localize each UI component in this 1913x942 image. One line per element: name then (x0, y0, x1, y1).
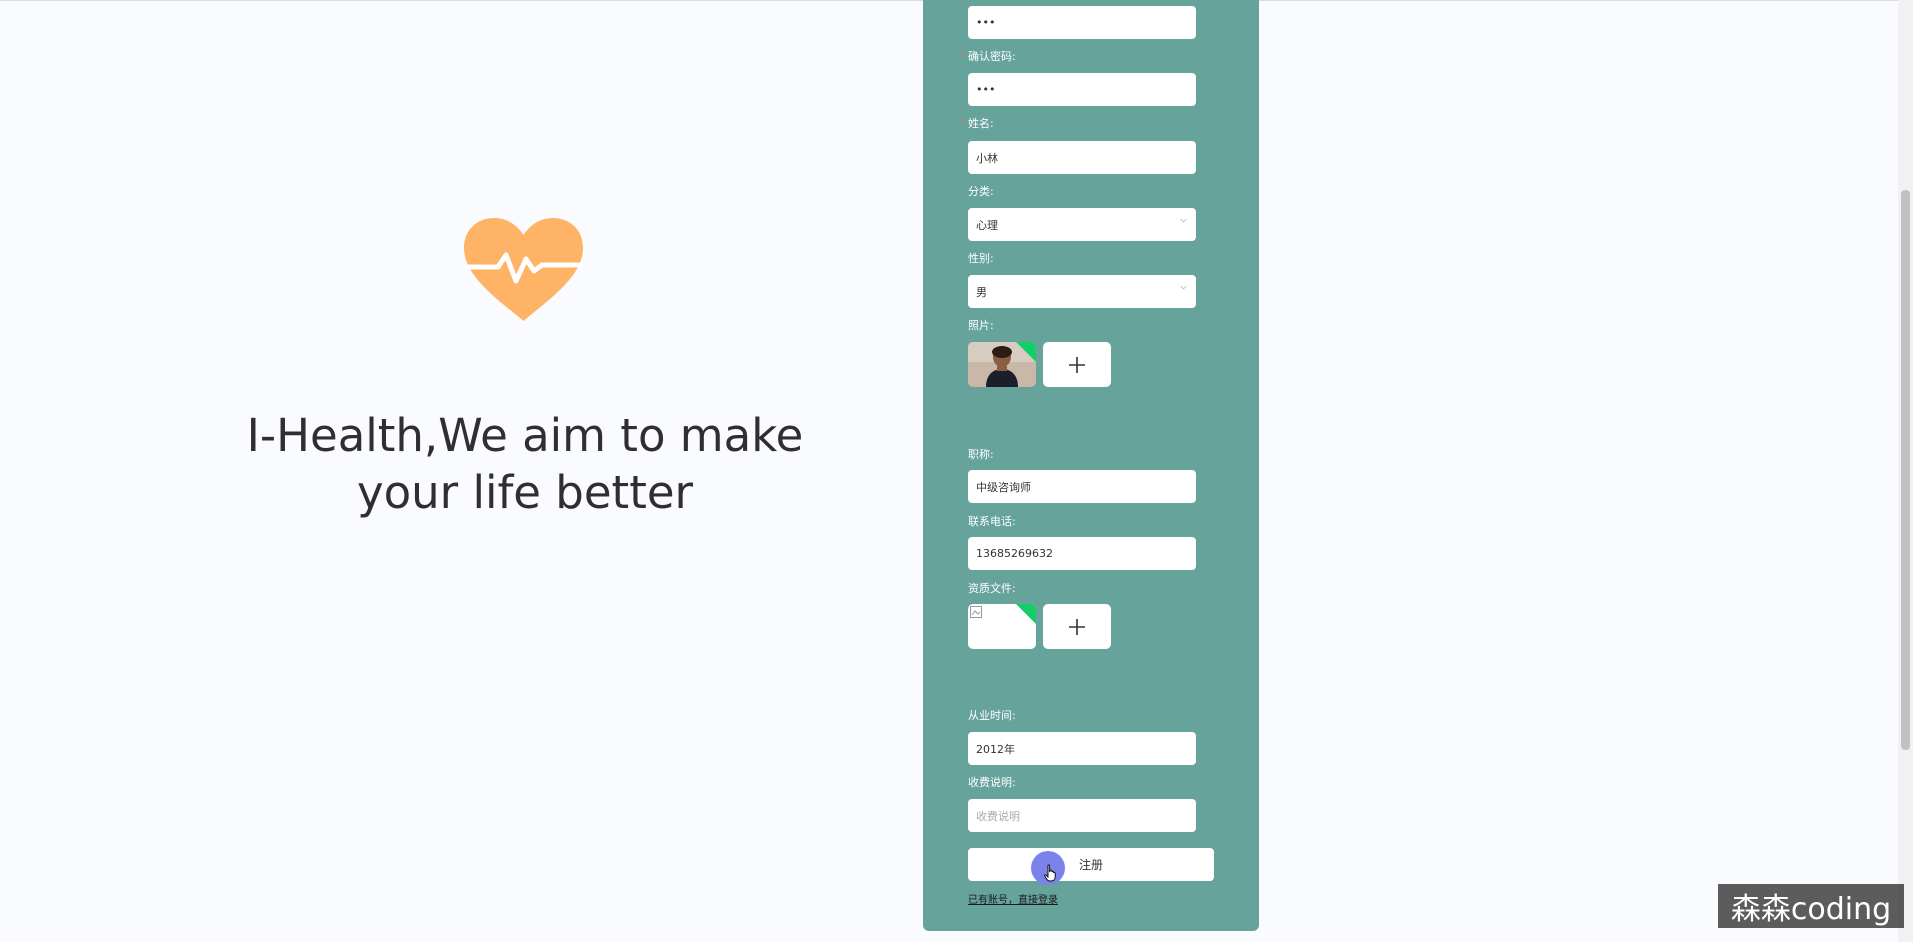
fee-label: 收费说明: (968, 776, 1016, 789)
title-label: 职称: (968, 448, 994, 461)
add-photo-button[interactable] (1043, 342, 1111, 387)
required-mark: * (960, 118, 965, 128)
hero-tagline: I-Health,We aim to make your life better (246, 409, 804, 519)
confirm-password-label: 确认密码: (968, 50, 1016, 63)
register-panel: ••• * 确认密码: ••• * 姓名: 小林 分类: 心理 性别: 男 照片… (923, 0, 1259, 931)
register-button[interactable]: 注册 (968, 848, 1214, 881)
broken-image-icon (970, 606, 982, 618)
category-select[interactable]: 心理 (968, 208, 1196, 241)
hand-cursor-icon (1044, 864, 1056, 882)
since-input[interactable]: 2012年 (968, 732, 1196, 765)
category-label: 分类: (968, 185, 994, 198)
login-link[interactable]: 已有账号，直接登录 (968, 891, 1058, 906)
add-file-button[interactable] (1043, 604, 1111, 649)
name-input[interactable]: 小林 (968, 141, 1196, 174)
gender-select[interactable]: 男 (968, 275, 1196, 308)
watermark: 森森coding (1718, 884, 1904, 928)
heart-pulse-icon (463, 218, 584, 321)
uploaded-file-thumbnail[interactable] (968, 604, 1036, 649)
since-label: 从业时间: (968, 709, 1016, 722)
chevron-down-icon (1180, 285, 1187, 290)
plus-icon (1069, 618, 1085, 635)
upload-success-badge (1016, 342, 1036, 362)
scrollbar-thumb[interactable] (1901, 190, 1910, 750)
qualification-label: 资质文件: (968, 582, 1016, 595)
name-label: 姓名: (968, 117, 994, 130)
phone-input[interactable]: 13685269632 (968, 537, 1196, 570)
gender-label: 性别: (968, 252, 994, 265)
plus-icon (1069, 356, 1085, 373)
chevron-down-icon (1180, 218, 1187, 223)
confirm-password-input[interactable]: ••• (968, 73, 1196, 106)
fee-input[interactable]: 收费说明 (968, 799, 1196, 832)
required-mark: * (960, 51, 965, 61)
upload-success-badge (1016, 604, 1036, 624)
uploaded-photo-thumbnail[interactable] (968, 342, 1036, 387)
title-input[interactable]: 中级咨询师 (968, 470, 1196, 503)
password-input[interactable]: ••• (968, 6, 1196, 39)
photo-label: 照片: (968, 319, 994, 332)
phone-label: 联系电话: (968, 515, 1016, 528)
